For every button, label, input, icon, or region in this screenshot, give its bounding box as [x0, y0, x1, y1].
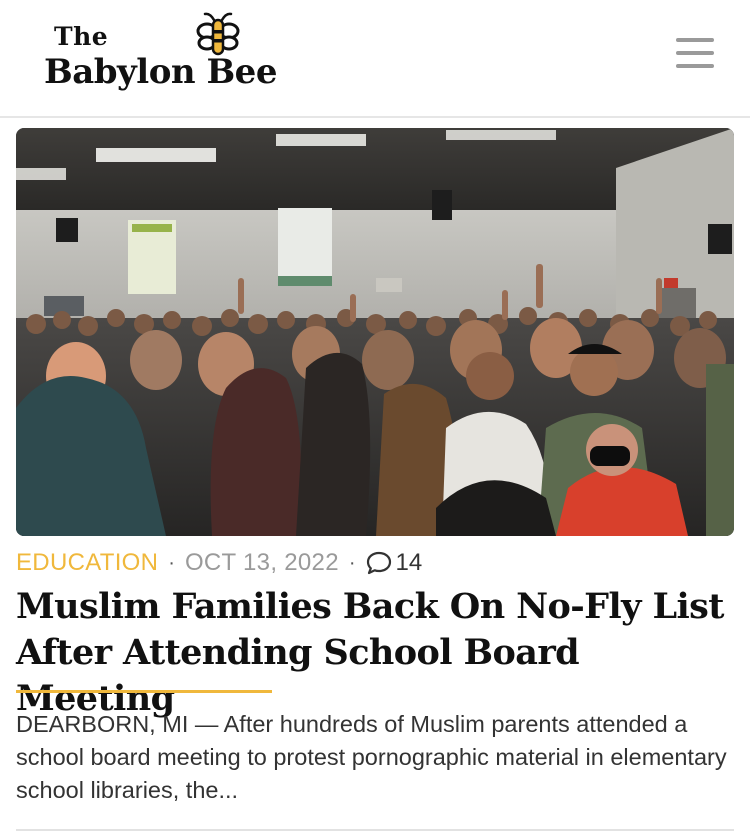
site-header: The Babylon Bee	[0, 0, 750, 118]
meta-separator: ·	[348, 552, 356, 574]
accent-divider	[16, 690, 272, 693]
comments-link[interactable]: 14	[366, 548, 423, 578]
site-logo[interactable]: The Babylon Bee	[44, 12, 314, 96]
meeting-crowd-illustration	[16, 128, 734, 536]
logo-main-text: Babylon Bee	[44, 52, 277, 92]
article-excerpt: DEARBORN, MI — After hundreds of Muslim …	[16, 711, 727, 803]
category-link[interactable]: EDUCATION	[16, 548, 158, 578]
logo-the-text: The	[54, 22, 109, 51]
article-hero-image[interactable]	[16, 128, 734, 536]
bee-icon	[196, 12, 240, 56]
comment-bubble-icon	[366, 551, 391, 575]
article-meta: EDUCATION · OCT 13, 2022 · 14	[16, 548, 422, 578]
comment-count: 14	[395, 549, 423, 576]
publish-date: OCT 13, 2022	[184, 549, 339, 576]
article-divider	[16, 829, 734, 831]
hamburger-menu-icon[interactable]	[676, 38, 714, 70]
meta-separator: ·	[168, 552, 175, 574]
article-headline[interactable]: Muslim Families Back On No-Fly List Afte…	[16, 584, 741, 722]
